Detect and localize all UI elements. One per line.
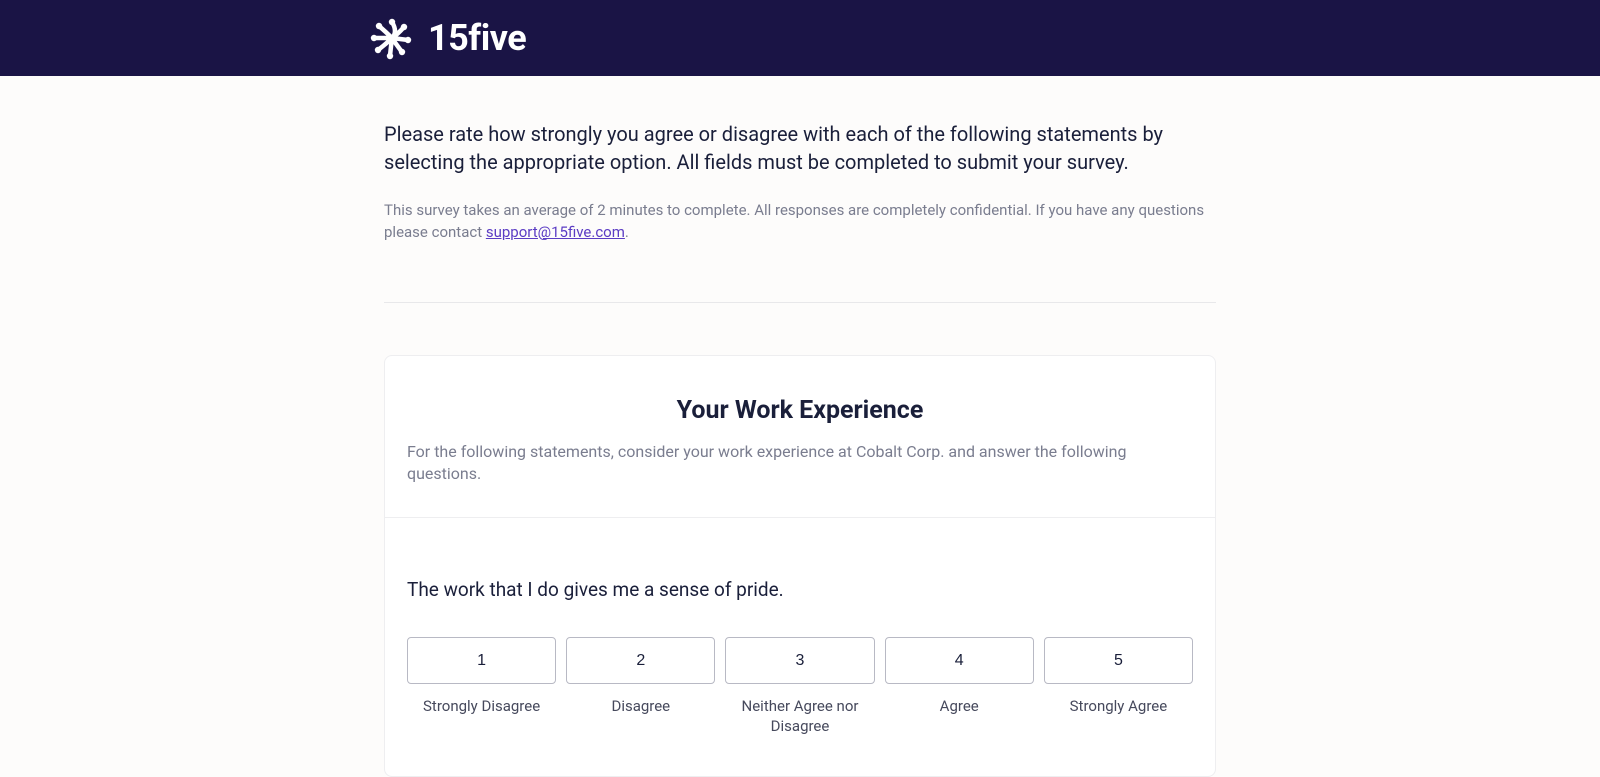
scale-option-2[interactable]: 2: [566, 637, 715, 684]
app-header: 15five: [0, 0, 1600, 76]
scale-label: Disagree: [611, 697, 670, 717]
question-block: The work that I do gives me a sense of p…: [385, 518, 1215, 776]
main-content: Please rate how strongly you agree or di…: [384, 76, 1216, 777]
support-email-link[interactable]: support@15five.com: [486, 223, 625, 241]
section-title: Your Work Experience: [407, 396, 1193, 425]
scale-label: Strongly Agree: [1070, 697, 1168, 717]
survey-instructions: Please rate how strongly you agree or di…: [384, 120, 1216, 176]
section-divider: [384, 302, 1216, 303]
survey-meta-suffix: .: [625, 223, 629, 241]
scale-option-1[interactable]: 1: [407, 637, 556, 684]
section-header: Your Work Experience For the following s…: [385, 356, 1215, 519]
brand-logo: 15five: [368, 14, 526, 62]
scale-label: Strongly Disagree: [423, 697, 540, 717]
brand-logo-text: 15five: [428, 17, 526, 59]
survey-meta: This survey takes an average of 2 minute…: [384, 200, 1216, 244]
scale-label: Agree: [940, 697, 979, 717]
scale-item: 3 Neither Agree nor Disagree: [725, 637, 874, 736]
survey-section-card: Your Work Experience For the following s…: [384, 355, 1216, 777]
brand-logo-icon: [368, 14, 416, 62]
scale-option-5[interactable]: 5: [1044, 637, 1193, 684]
section-subtitle: For the following statements, consider y…: [407, 441, 1193, 486]
scale-option-4[interactable]: 4: [885, 637, 1034, 684]
scale-label: Neither Agree nor Disagree: [725, 697, 874, 736]
scale-item: 2 Disagree: [566, 637, 715, 736]
scale-item: 1 Strongly Disagree: [407, 637, 556, 736]
scale-item: 5 Strongly Agree: [1044, 637, 1193, 736]
question-text: The work that I do gives me a sense of p…: [407, 578, 1193, 601]
scale-option-3[interactable]: 3: [725, 637, 874, 684]
likert-scale: 1 Strongly Disagree 2 Disagree 3 Neither…: [407, 637, 1193, 736]
scale-item: 4 Agree: [885, 637, 1034, 736]
